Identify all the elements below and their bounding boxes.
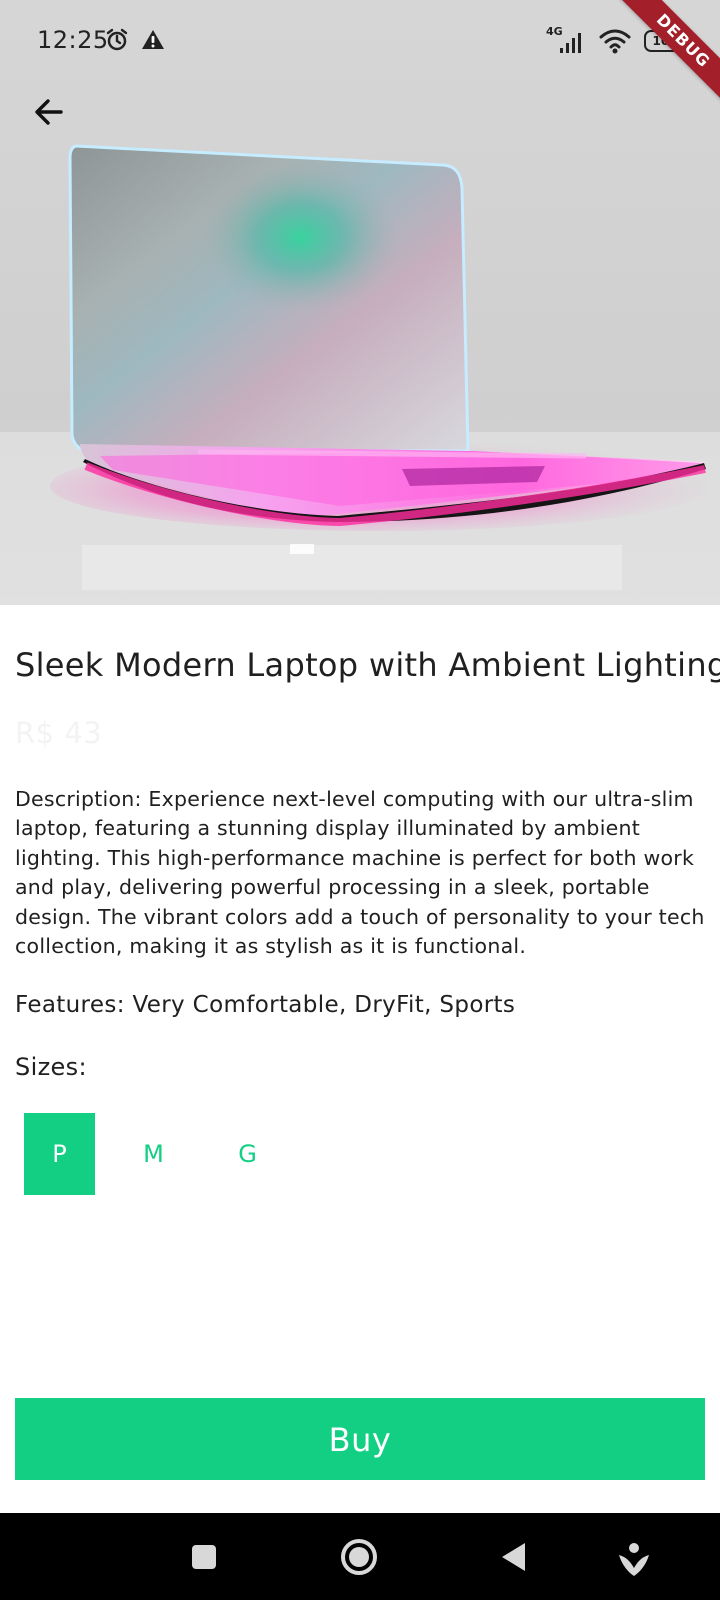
arrow-left-icon xyxy=(35,99,63,125)
wifi-icon xyxy=(599,29,631,54)
status-time: 12:25 xyxy=(37,26,109,54)
size-selector: P M G xyxy=(24,1113,705,1196)
alarm-icon xyxy=(106,28,128,51)
size-option-m[interactable]: M xyxy=(118,1113,189,1195)
status-bar: 12:25 4G xyxy=(0,0,720,82)
cellular-signal-icon: 4G xyxy=(546,25,586,55)
buy-button[interactable]: Buy xyxy=(15,1398,705,1480)
home-button[interactable] xyxy=(333,1531,385,1583)
system-back-icon xyxy=(502,1543,525,1571)
home-icon xyxy=(341,1539,377,1575)
system-back-button[interactable] xyxy=(488,1531,540,1583)
product-detail-screen: 12:25 4G DEBUG Sleek Modern Laptop with … xyxy=(0,0,720,1600)
laptop-image xyxy=(0,0,720,605)
sizes-label: Sizes: xyxy=(15,1053,87,1082)
size-option-p[interactable]: P xyxy=(24,1113,95,1196)
product-details: Sleek Modern Laptop with Ambient Lightin… xyxy=(15,605,720,1196)
system-navigation-bar xyxy=(0,1513,720,1600)
back-button[interactable] xyxy=(26,88,74,136)
assistant-icon xyxy=(619,1543,649,1576)
product-features: Features: Very Comfortable, DryFit, Spor… xyxy=(15,992,516,1019)
product-price: R$ 43 xyxy=(15,716,103,750)
size-option-g[interactable]: G xyxy=(212,1113,283,1195)
recent-apps-icon xyxy=(192,1545,216,1569)
recent-apps-button[interactable] xyxy=(178,1531,230,1583)
assistant-button[interactable] xyxy=(608,1531,660,1583)
warning-icon xyxy=(142,30,164,49)
network-type: 4G xyxy=(546,25,563,38)
product-title: Sleek Modern Laptop with Ambient Lightin… xyxy=(15,646,720,684)
product-image xyxy=(0,0,720,605)
product-description: Description: Experience next-level compu… xyxy=(15,787,705,959)
